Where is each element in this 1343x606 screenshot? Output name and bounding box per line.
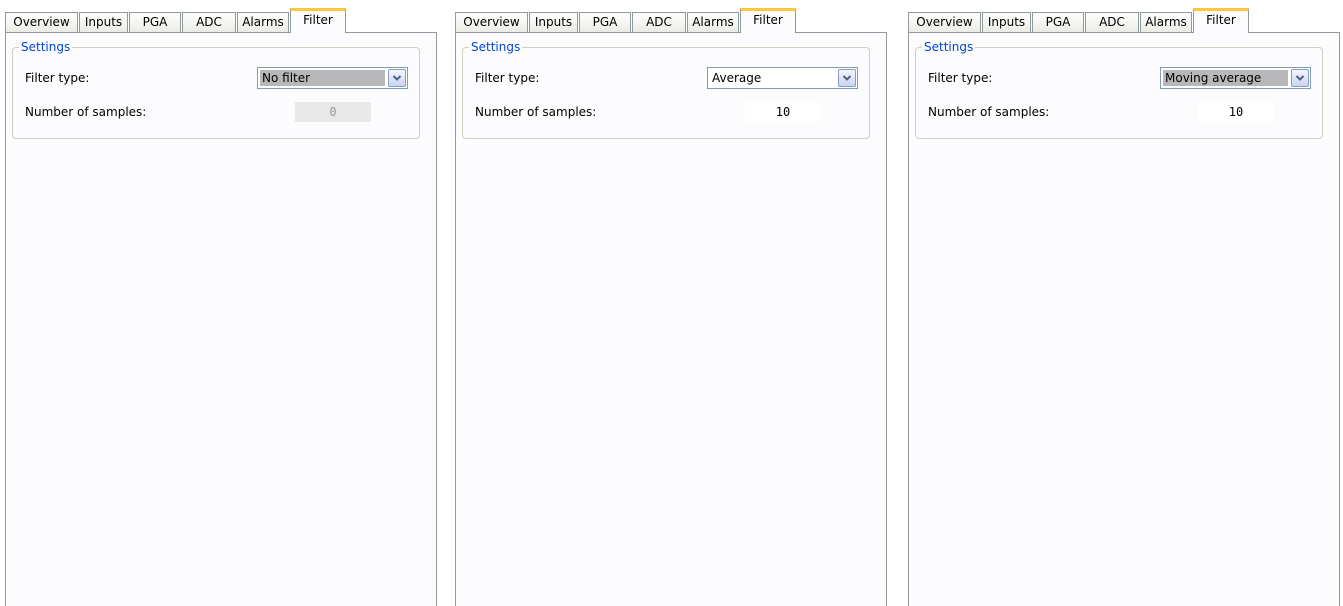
tab-inputs[interactable]: Inputs	[982, 12, 1031, 32]
tab-pga[interactable]: PGA	[1032, 12, 1084, 32]
tab-inputs[interactable]: Inputs	[79, 12, 128, 32]
tab-filter[interactable]: Filter	[740, 8, 796, 33]
filter-panel-2: Overview Inputs PGA ADC Alarms Filter Se…	[455, 6, 887, 606]
tab-pga[interactable]: PGA	[579, 12, 631, 32]
dropdown-button[interactable]	[1291, 69, 1309, 87]
filter-type-value: No filter	[260, 70, 385, 86]
tab-filter[interactable]: Filter	[290, 8, 346, 33]
filter-type-label: Filter type:	[928, 71, 993, 85]
settings-groupbox: Settings Filter type: No filter Number o…	[12, 39, 420, 139]
chevron-down-icon	[842, 75, 852, 81]
tab-adc[interactable]: ADC	[1085, 12, 1139, 32]
num-samples-label: Number of samples:	[475, 105, 597, 119]
filter-type-value: Moving average	[1163, 70, 1288, 86]
tab-page: Settings Filter type: No filter Number o…	[5, 32, 437, 606]
tab-overview[interactable]: Overview	[455, 12, 528, 32]
num-samples-label: Number of samples:	[928, 105, 1050, 119]
settings-groupbox: Settings Filter type: Average Number of …	[462, 39, 870, 139]
chevron-down-icon	[392, 75, 402, 81]
tab-filter[interactable]: Filter	[1193, 8, 1249, 33]
filter-type-value: Average	[712, 71, 762, 85]
tab-adc[interactable]: ADC	[632, 12, 686, 32]
tab-strip: Overview Inputs PGA ADC Alarms Filter	[5, 6, 437, 33]
groupbox-title: Settings	[922, 39, 976, 55]
filter-panel-1: Overview Inputs PGA ADC Alarms Filter Se…	[5, 6, 437, 606]
dropdown-button[interactable]	[388, 69, 406, 87]
num-samples-input[interactable]: 10	[1198, 102, 1274, 122]
tab-alarms[interactable]: Alarms	[687, 12, 739, 32]
tab-page: Settings Filter type: Moving average Num…	[908, 32, 1340, 606]
tab-page: Settings Filter type: Average Number of …	[455, 32, 887, 606]
tab-pga[interactable]: PGA	[129, 12, 181, 32]
filter-type-label: Filter type:	[25, 71, 90, 85]
num-samples-input[interactable]: 10	[745, 102, 821, 122]
tab-inputs[interactable]: Inputs	[529, 12, 578, 32]
filter-type-dropdown[interactable]: Moving average	[1160, 67, 1311, 89]
tab-overview[interactable]: Overview	[5, 12, 78, 32]
groupbox-title: Settings	[19, 39, 73, 55]
filter-type-dropdown[interactable]: Average	[707, 67, 858, 89]
tab-alarms[interactable]: Alarms	[237, 12, 289, 32]
tab-overview[interactable]: Overview	[908, 12, 981, 32]
filter-type-dropdown[interactable]: No filter	[257, 67, 408, 89]
tab-strip: Overview Inputs PGA ADC Alarms Filter	[455, 6, 887, 33]
chevron-down-icon	[1295, 75, 1305, 81]
groupbox-title: Settings	[469, 39, 523, 55]
filter-type-label: Filter type:	[475, 71, 540, 85]
dropdown-button[interactable]	[838, 69, 856, 87]
filter-panel-3: Overview Inputs PGA ADC Alarms Filter Se…	[908, 6, 1340, 606]
num-samples-input[interactable]: 0	[295, 102, 371, 122]
tab-adc[interactable]: ADC	[182, 12, 236, 32]
tab-alarms[interactable]: Alarms	[1140, 12, 1192, 32]
settings-groupbox: Settings Filter type: Moving average Num…	[915, 39, 1323, 139]
num-samples-label: Number of samples:	[25, 105, 147, 119]
tab-strip: Overview Inputs PGA ADC Alarms Filter	[908, 6, 1340, 33]
